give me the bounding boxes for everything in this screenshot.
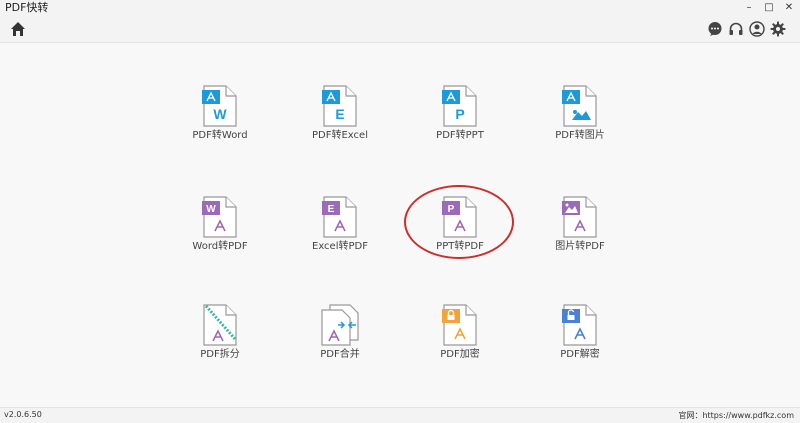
pdf-to-ppt-icon: P — [442, 85, 477, 127]
tile-pdf-to-ppt[interactable]: P PDF转PPT — [410, 85, 510, 165]
tile-label: PDF转图片 — [555, 130, 605, 141]
close-button[interactable]: ✕ — [781, 0, 797, 16]
tile-pdf-to-image[interactable]: PDF转图片 — [530, 85, 630, 165]
tile-label: PDF转PPT — [436, 130, 484, 141]
tile-label: PDF转Word — [192, 130, 248, 141]
pdf-to-image-icon — [562, 85, 597, 127]
website-link[interactable]: 官网：https://www.pdfkz.com — [678, 410, 794, 421]
title-bar: PDF快转 – □ ✕ — [0, 0, 800, 16]
tile-label: PDF合并 — [320, 349, 360, 360]
tile-label: PDF转Excel — [312, 130, 368, 141]
pdf-merge-icon — [321, 304, 359, 346]
pdf-split-icon — [203, 304, 238, 346]
tile-label: PDF拆分 — [200, 349, 240, 360]
tile-label: PDF加密 — [440, 349, 480, 360]
highlight-circle — [404, 185, 514, 259]
tile-pdf-decrypt[interactable]: PDF解密 — [530, 304, 630, 384]
tile-image-to-pdf[interactable]: 图片转PDF — [530, 196, 630, 276]
svg-text:E: E — [328, 204, 335, 215]
maximize-button[interactable]: □ — [761, 0, 777, 16]
tile-pdf-encrypt[interactable]: PDF加密 — [410, 304, 510, 384]
gear-icon[interactable] — [770, 21, 786, 37]
image-to-pdf-icon — [562, 196, 597, 238]
excel-to-pdf-icon: E — [322, 196, 357, 238]
word-to-pdf-icon: W — [202, 196, 237, 238]
pdf-decrypt-icon — [562, 304, 597, 346]
svg-text:E: E — [335, 106, 344, 122]
tile-pdf-to-excel[interactable]: E PDF转Excel — [290, 85, 390, 165]
user-icon[interactable] — [749, 21, 765, 37]
tile-label: 图片转PDF — [555, 241, 605, 252]
tile-word-to-pdf[interactable]: W Word转PDF — [170, 196, 270, 276]
status-bar: v2.0.6.50 官网：https://www.pdfkz.com — [0, 407, 800, 423]
main-panel — [0, 43, 800, 407]
pdf-encrypt-icon — [442, 304, 477, 346]
svg-text:W: W — [206, 204, 216, 215]
pdf-to-excel-icon: E — [322, 85, 357, 127]
chat-icon[interactable] — [707, 21, 723, 37]
home-icon[interactable] — [10, 21, 26, 37]
svg-text:W: W — [213, 106, 227, 122]
pdf-to-word-icon: W — [202, 85, 237, 127]
headset-icon[interactable] — [728, 21, 744, 37]
tile-excel-to-pdf[interactable]: E Excel转PDF — [290, 196, 390, 276]
tile-pdf-to-word[interactable]: W PDF转Word — [170, 85, 270, 165]
version-label: v2.0.6.50 — [4, 410, 42, 419]
tile-pdf-merge[interactable]: PDF合并 — [290, 304, 390, 384]
minimize-button[interactable]: – — [741, 0, 757, 16]
app-title: PDF快转 — [5, 1, 49, 14]
tile-label: PDF解密 — [560, 349, 600, 360]
toolbar — [0, 16, 800, 43]
svg-text:P: P — [455, 106, 464, 122]
tile-label: Excel转PDF — [312, 241, 368, 252]
tile-label: Word转PDF — [192, 241, 248, 252]
tile-pdf-split[interactable]: PDF拆分 — [170, 304, 270, 384]
